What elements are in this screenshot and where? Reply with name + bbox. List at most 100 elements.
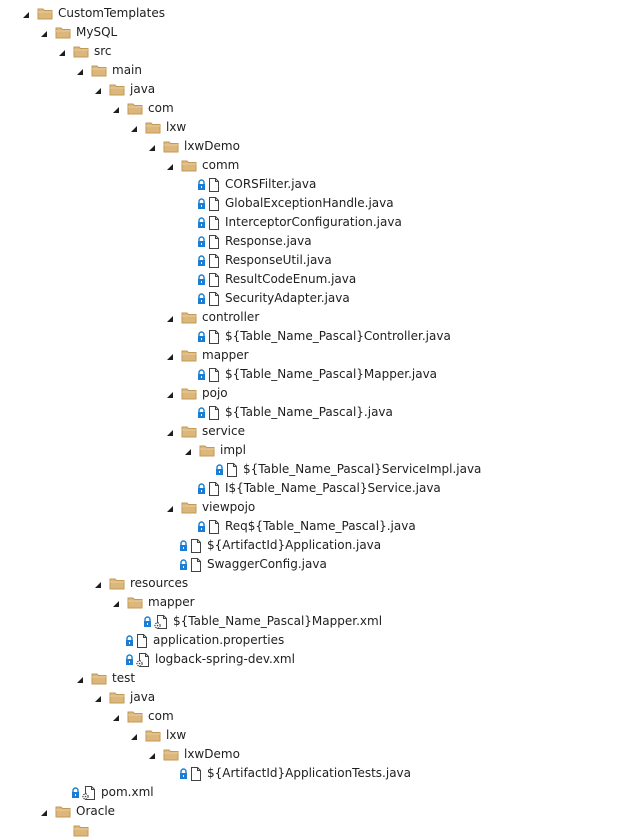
tree-file-row[interactable]: ${Table_Name_Pascal}Mapper.xml bbox=[0, 612, 618, 631]
expand-arrow-icon[interactable] bbox=[144, 137, 158, 156]
file-icon bbox=[197, 289, 220, 308]
tree-file-row[interactable]: ${Table_Name_Pascal}Controller.java bbox=[0, 327, 618, 346]
file-icon bbox=[197, 213, 220, 232]
document-icon bbox=[208, 329, 220, 344]
tree-folder-row[interactable]: main bbox=[0, 61, 618, 80]
folder-icon bbox=[181, 384, 197, 403]
tree-file-row[interactable]: logback-spring-dev.xml bbox=[0, 650, 618, 669]
expand-arrow-icon[interactable] bbox=[162, 422, 176, 441]
folder-icon bbox=[145, 118, 161, 137]
tree-folder-row[interactable]: java bbox=[0, 688, 618, 707]
tree-folder-row[interactable]: lxw bbox=[0, 726, 618, 745]
tree-folder-row[interactable]: viewpojo bbox=[0, 498, 618, 517]
tree-file-row[interactable]: Req${Table_Name_Pascal}.java bbox=[0, 517, 618, 536]
tree-file-row[interactable]: CORSFilter.java bbox=[0, 175, 618, 194]
tree-file-row[interactable]: ResultCodeEnum.java bbox=[0, 270, 618, 289]
expand-arrow-icon[interactable] bbox=[162, 308, 176, 327]
expand-arrow-icon[interactable] bbox=[72, 669, 86, 688]
expand-arrow-icon[interactable] bbox=[108, 707, 122, 726]
document-icon bbox=[226, 462, 238, 477]
solution-explorer-tree: CustomTemplates MySQL src main java com lxw lxw… bbox=[0, 4, 618, 840]
expand-arrow-icon[interactable] bbox=[162, 384, 176, 403]
tree-folder-row[interactable]: com bbox=[0, 707, 618, 726]
expand-arrow-icon[interactable] bbox=[54, 42, 68, 61]
expand-arrow-icon[interactable] bbox=[18, 4, 32, 23]
expand-arrow-icon[interactable] bbox=[90, 80, 104, 99]
tree-folder-row[interactable]: controller bbox=[0, 308, 618, 327]
folder-label-com: com bbox=[148, 709, 174, 723]
tree-file-row[interactable]: application.properties bbox=[0, 631, 618, 650]
tree-file-row[interactable]: I${Table_Name_Pascal}Service.java bbox=[0, 479, 618, 498]
lock-icon bbox=[179, 767, 190, 780]
folder-label-java: java bbox=[130, 82, 156, 96]
folder-label-viewpojo: viewpojo bbox=[202, 500, 256, 514]
folder-icon bbox=[91, 669, 107, 688]
tree-folder-row[interactable]: CustomTemplates bbox=[0, 4, 618, 23]
lock-icon bbox=[197, 406, 208, 419]
tree-folder-row[interactable]: resources bbox=[0, 574, 618, 593]
expand-arrow-icon[interactable] bbox=[126, 118, 140, 137]
tree-file-row[interactable]: Response.java bbox=[0, 232, 618, 251]
tree-folder-row[interactable]: test bbox=[0, 669, 618, 688]
tree-folder-row[interactable]: lxwDemo bbox=[0, 137, 618, 156]
file-icon bbox=[179, 536, 202, 555]
expand-arrow-icon[interactable] bbox=[90, 688, 104, 707]
tree-folder-row[interactable]: Oracle bbox=[0, 802, 618, 821]
expand-arrow-icon[interactable] bbox=[162, 156, 176, 175]
file-label-logback-spring-dev-xml: logback-spring-dev.xml bbox=[155, 652, 295, 666]
tree-folder-row[interactable]: src bbox=[0, 42, 618, 61]
file-label-table-name-pascal-controller-java: ${Table_Name_Pascal}Controller.java bbox=[225, 329, 451, 343]
tree-folder-row[interactable]: mapper bbox=[0, 346, 618, 365]
expand-arrow-icon[interactable] bbox=[72, 61, 86, 80]
tree-folder-row[interactable]: java bbox=[0, 80, 618, 99]
tree-folder-row[interactable]: mapper bbox=[0, 593, 618, 612]
tree-file-row[interactable]: SecurityAdapter.java bbox=[0, 289, 618, 308]
folder-icon bbox=[127, 593, 143, 612]
file-label-i-table-name-pascal-service-java: I${Table_Name_Pascal}Service.java bbox=[225, 481, 441, 495]
tree-folder-row[interactable]: impl bbox=[0, 441, 618, 460]
tree-folder-row[interactable]: MySQL bbox=[0, 23, 618, 42]
tree-file-row[interactable]: ${Table_Name_Pascal}Mapper.java bbox=[0, 365, 618, 384]
tree-file-row[interactable]: pom.xml bbox=[0, 783, 618, 802]
expand-arrow-icon[interactable] bbox=[108, 593, 122, 612]
tree-file-row[interactable]: ${ArtifactId}Application.java bbox=[0, 536, 618, 555]
tree-folder-row[interactable]: service bbox=[0, 422, 618, 441]
tree-file-row[interactable]: GlobalExceptionHandle.java bbox=[0, 194, 618, 213]
folder-label-mysql: MySQL bbox=[76, 25, 118, 39]
folder-label-impl: impl bbox=[220, 443, 246, 457]
folder-label-pojo: pojo bbox=[202, 386, 228, 400]
expand-arrow-icon[interactable] bbox=[90, 574, 104, 593]
tree-folder-row[interactable] bbox=[0, 821, 618, 840]
config-file-icon bbox=[143, 612, 168, 631]
tree-file-row[interactable]: ${ArtifactId}ApplicationTests.java bbox=[0, 764, 618, 783]
folder-label-lxwdemo: lxwDemo bbox=[184, 139, 240, 153]
tree-file-row[interactable]: InterceptorConfiguration.java bbox=[0, 213, 618, 232]
document-icon bbox=[208, 234, 220, 249]
expand-arrow-icon[interactable] bbox=[108, 99, 122, 118]
tree-folder-row[interactable]: com bbox=[0, 99, 618, 118]
lock-icon bbox=[197, 235, 208, 248]
file-label-corsfilter-java: CORSFilter.java bbox=[225, 177, 317, 191]
expand-arrow-icon[interactable] bbox=[162, 498, 176, 517]
tree-file-row[interactable]: ${Table_Name_Pascal}ServiceImpl.java bbox=[0, 460, 618, 479]
folder-label-java: java bbox=[130, 690, 156, 704]
tree-file-row[interactable]: SwaggerConfig.java bbox=[0, 555, 618, 574]
expand-arrow-icon[interactable] bbox=[36, 802, 50, 821]
file-label-pom-xml: pom.xml bbox=[101, 785, 154, 799]
folder-label-lxw: lxw bbox=[166, 120, 187, 134]
expand-arrow-icon[interactable] bbox=[36, 23, 50, 42]
expand-arrow-icon[interactable] bbox=[162, 346, 176, 365]
tree-file-row[interactable]: ${Table_Name_Pascal}.java bbox=[0, 403, 618, 422]
expand-arrow-icon[interactable] bbox=[126, 726, 140, 745]
expand-arrow-icon[interactable] bbox=[144, 745, 158, 764]
tree-folder-row[interactable]: comm bbox=[0, 156, 618, 175]
folder-icon bbox=[91, 61, 107, 80]
xml-file-icon bbox=[154, 614, 168, 629]
expand-arrow-icon[interactable] bbox=[180, 441, 194, 460]
tree-folder-row[interactable]: lxwDemo bbox=[0, 745, 618, 764]
tree-file-row[interactable]: ResponseUtil.java bbox=[0, 251, 618, 270]
folder-icon bbox=[145, 726, 161, 745]
tree-folder-row[interactable]: lxw bbox=[0, 118, 618, 137]
file-icon bbox=[197, 403, 220, 422]
tree-folder-row[interactable]: pojo bbox=[0, 384, 618, 403]
